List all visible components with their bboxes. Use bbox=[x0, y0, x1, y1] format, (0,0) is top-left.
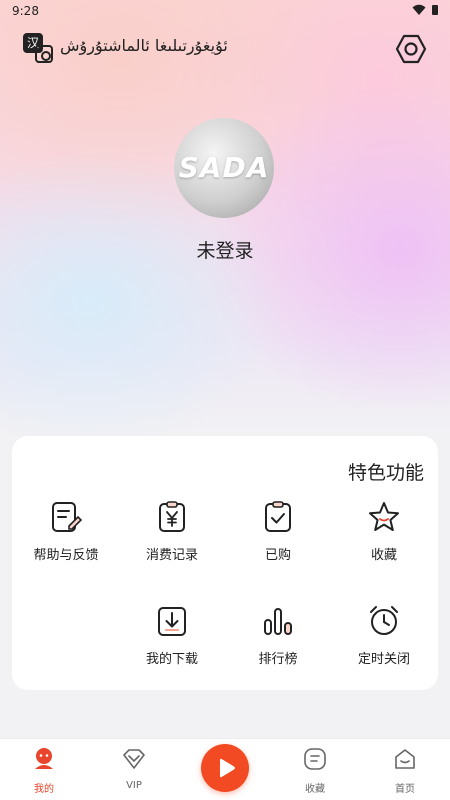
home-icon bbox=[395, 749, 415, 769]
nav-favorites[interactable]: 收藏 bbox=[285, 747, 345, 797]
feature-card-title: 特色功能 bbox=[347, 462, 424, 484]
feature-label: 排行榜 bbox=[258, 652, 298, 667]
download-icon bbox=[158, 607, 186, 636]
feature-help-feedback[interactable]: 帮助与反馈 bbox=[16, 500, 116, 570]
profile-icon bbox=[35, 748, 53, 769]
feature-label: 收藏 bbox=[370, 548, 397, 563]
feature-card: 特色功能 帮助与反馈 消费记录 已购 收藏 我的下载 排行榜 定时关闭 bbox=[12, 436, 438, 690]
nav-label: 首页 bbox=[395, 784, 415, 795]
profile-header-background bbox=[0, 0, 450, 440]
feature-purchase-history[interactable]: 消费记录 bbox=[122, 500, 222, 570]
feature-label: 消费记录 bbox=[145, 548, 198, 563]
nav-label: VIP bbox=[126, 780, 142, 791]
feature-purchased[interactable]: 已购 bbox=[228, 500, 328, 570]
feature-label: 帮助与反馈 bbox=[33, 548, 99, 563]
purchased-check-icon bbox=[265, 501, 291, 532]
language-switch-button[interactable]: 汉 bbox=[23, 33, 53, 63]
favorites-icon bbox=[304, 748, 326, 770]
feature-label: 定时关闭 bbox=[357, 652, 410, 667]
status-bar: 9:28 bbox=[0, 0, 450, 22]
feature-favorites[interactable]: 收藏 bbox=[334, 500, 434, 570]
nav-label: 收藏 bbox=[305, 784, 325, 795]
feature-my-downloads[interactable]: 我的下载 bbox=[122, 604, 222, 674]
vip-diamond-icon bbox=[123, 749, 145, 769]
play-button[interactable] bbox=[201, 744, 249, 792]
alarm-clock-icon bbox=[370, 606, 398, 635]
feature-label: 我的下载 bbox=[145, 652, 198, 667]
star-icon bbox=[369, 502, 399, 531]
nav-vip[interactable]: VIP bbox=[104, 747, 164, 797]
yen-receipt-icon bbox=[159, 501, 185, 532]
play-icon bbox=[220, 758, 235, 778]
nav-home[interactable]: 首页 bbox=[375, 747, 435, 797]
uyghur-lang-icon bbox=[35, 45, 53, 63]
nav-mine[interactable]: 我的 bbox=[14, 747, 74, 797]
feature-rankings[interactable]: 排行榜 bbox=[228, 604, 328, 674]
wifi-icon bbox=[412, 4, 426, 15]
feature-sleep-timer[interactable]: 定时关闭 bbox=[334, 604, 434, 674]
avatar[interactable]: SADA bbox=[174, 118, 274, 218]
avatar-logo-text: SADA bbox=[178, 151, 270, 184]
bar-chart-icon bbox=[264, 608, 292, 635]
battery-icon bbox=[432, 5, 438, 15]
feedback-edit-icon bbox=[52, 502, 83, 532]
settings-icon[interactable] bbox=[394, 32, 428, 66]
status-time: 9:28 bbox=[12, 4, 39, 18]
switch-to-uyghur-label[interactable]: ئۇيغۇرتىلىغا ئالماشتۇرۇش bbox=[60, 36, 228, 55]
feature-label: 已购 bbox=[264, 548, 291, 563]
nav-label: 我的 bbox=[34, 784, 54, 795]
login-status[interactable]: 未登录 bbox=[0, 236, 450, 263]
